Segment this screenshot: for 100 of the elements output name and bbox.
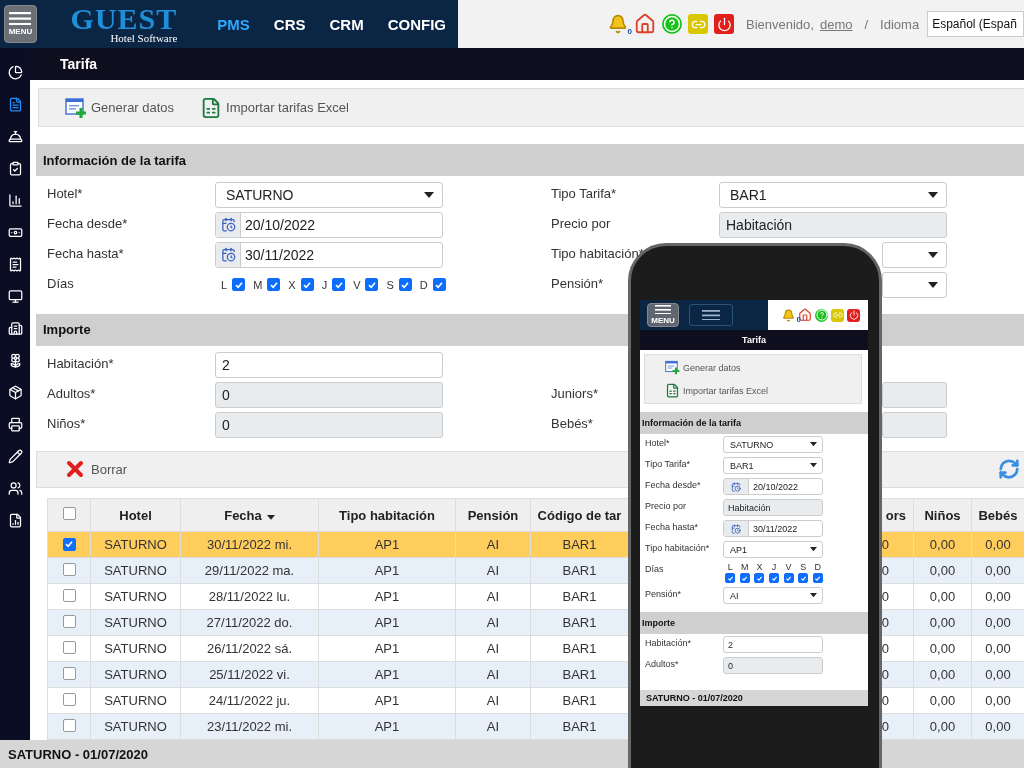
users-icon	[7, 480, 23, 496]
checkbox[interactable]	[783, 573, 794, 583]
delete-button[interactable]: Borrar	[63, 457, 128, 482]
checkbox[interactable]	[62, 507, 76, 520]
checkbox[interactable]	[332, 278, 346, 292]
date-field[interactable]: 30/11/2022	[215, 242, 443, 268]
refresh-icon[interactable]	[998, 458, 1020, 481]
caret-icon	[810, 547, 817, 552]
checkbox[interactable]	[769, 573, 779, 583]
checkbox[interactable]	[62, 692, 76, 706]
checkbox[interactable]	[62, 640, 76, 654]
nav-tab[interactable]: PMS	[205, 15, 262, 33]
hamburger-button[interactable]	[689, 304, 733, 326]
table-cell: 0,00	[913, 635, 972, 662]
toolbar-button[interactable]: Importar tarifas Excel	[200, 96, 349, 119]
home-icon[interactable]	[798, 308, 812, 322]
user-link[interactable]: demo	[819, 16, 853, 32]
select-field[interactable]: BAR1	[723, 457, 823, 474]
select-field[interactable]	[882, 272, 947, 298]
select-field[interactable]: BAR1	[719, 182, 947, 208]
checkbox[interactable]	[62, 614, 76, 628]
bell-icon[interactable]	[782, 308, 795, 322]
date-field[interactable]: 20/10/2022	[215, 212, 443, 238]
nav-tab[interactable]: CRM	[317, 15, 376, 33]
caret-icon	[928, 252, 938, 258]
help-icon[interactable]	[662, 14, 682, 34]
table-cell: 0,00	[913, 661, 972, 688]
column-header[interactable]: ors	[885, 507, 906, 523]
checkbox[interactable]	[432, 278, 446, 292]
checkbox[interactable]	[725, 573, 736, 583]
menu-button[interactable]: MENU	[647, 303, 679, 327]
checkbox[interactable]	[798, 573, 809, 583]
nav-tab[interactable]: CRS	[261, 15, 318, 33]
checkbox[interactable]	[812, 573, 823, 583]
checkbox[interactable]	[267, 278, 281, 292]
input-field: 0	[215, 411, 443, 438]
field-label: Bebés*	[551, 414, 593, 431]
date-field[interactable]: 20/10/2022	[723, 478, 823, 495]
help-icon[interactable]	[815, 308, 828, 322]
table-cell: AP1	[318, 713, 456, 740]
toolbar-button[interactable]: Generar datos	[665, 360, 861, 375]
table-cell: AP1	[318, 661, 456, 688]
field-label: Hotel*	[645, 437, 671, 448]
logo-subtitle: Hotel Software	[110, 31, 178, 44]
column-header[interactable]: Bebés	[971, 498, 1024, 532]
nav-tab[interactable]: CONFIG	[375, 15, 458, 33]
checkbox[interactable]	[739, 573, 750, 583]
building-icon	[7, 320, 23, 336]
service-bell-icon	[7, 128, 23, 144]
column-header[interactable]: Niños	[913, 498, 972, 532]
spreadsheet-icon	[665, 383, 680, 398]
checkbox[interactable]	[754, 573, 765, 583]
column-header[interactable]: Fecha	[180, 498, 319, 532]
table-cell: AP1	[318, 583, 456, 610]
column-header[interactable]: Tipo habitación	[318, 498, 456, 532]
select-field[interactable]: SATURNO	[215, 182, 443, 208]
language-label: Idioma	[880, 16, 920, 32]
toolbar-button[interactable]: Generar datos	[65, 96, 175, 119]
checkbox[interactable]	[62, 562, 76, 576]
field-label: Habitación*	[645, 637, 693, 648]
column-header[interactable]: Pensión	[455, 498, 531, 532]
select-field[interactable]: AP1	[723, 541, 823, 558]
table-cell: AI	[455, 531, 531, 558]
home-icon[interactable]	[634, 13, 656, 35]
input-field: 0	[215, 381, 443, 408]
select-field[interactable]: SATURNO	[723, 436, 823, 453]
menu-icon	[655, 304, 671, 315]
caret-icon	[928, 192, 938, 198]
input-field	[882, 411, 947, 438]
checkbox[interactable]	[62, 537, 76, 551]
input-field[interactable]: 2	[723, 636, 823, 653]
checkbox[interactable]	[365, 278, 379, 292]
section-header: Información de la tarifa	[640, 412, 868, 434]
checkbox[interactable]	[62, 666, 76, 680]
checkbox[interactable]	[398, 278, 412, 292]
select-field[interactable]: AI	[723, 587, 823, 604]
bar-chart-icon	[7, 192, 23, 208]
date-field[interactable]: 30/11/2022	[723, 520, 823, 537]
day-label: X	[288, 279, 296, 291]
checkbox[interactable]	[62, 588, 76, 602]
table-cell: 29/11/2022 ma.	[180, 557, 319, 584]
calendar-icon	[731, 523, 741, 534]
column-header[interactable]: Código de tar	[530, 498, 629, 532]
checkbox[interactable]	[62, 718, 76, 732]
select-field[interactable]	[882, 242, 947, 268]
table-cell: SATURNO	[90, 635, 181, 662]
checkbox[interactable]	[300, 278, 314, 292]
notification-count: 0	[627, 27, 632, 36]
day-label: M	[253, 279, 263, 291]
field-label: Pensión*	[645, 588, 683, 599]
menu-button[interactable]: MENU	[4, 5, 37, 43]
bell-icon[interactable]	[608, 14, 628, 34]
language-select[interactable]: Español (Españ	[927, 11, 1024, 37]
power-icon[interactable]	[714, 14, 734, 34]
power-icon[interactable]	[847, 308, 860, 322]
toolbar-button[interactable]: Importar tarifas Excel	[665, 383, 861, 398]
input-field[interactable]: 2	[215, 351, 443, 378]
column-header[interactable]: Hotel	[90, 498, 181, 532]
table-cell: 0	[881, 563, 889, 578]
checkbox[interactable]	[232, 278, 246, 292]
